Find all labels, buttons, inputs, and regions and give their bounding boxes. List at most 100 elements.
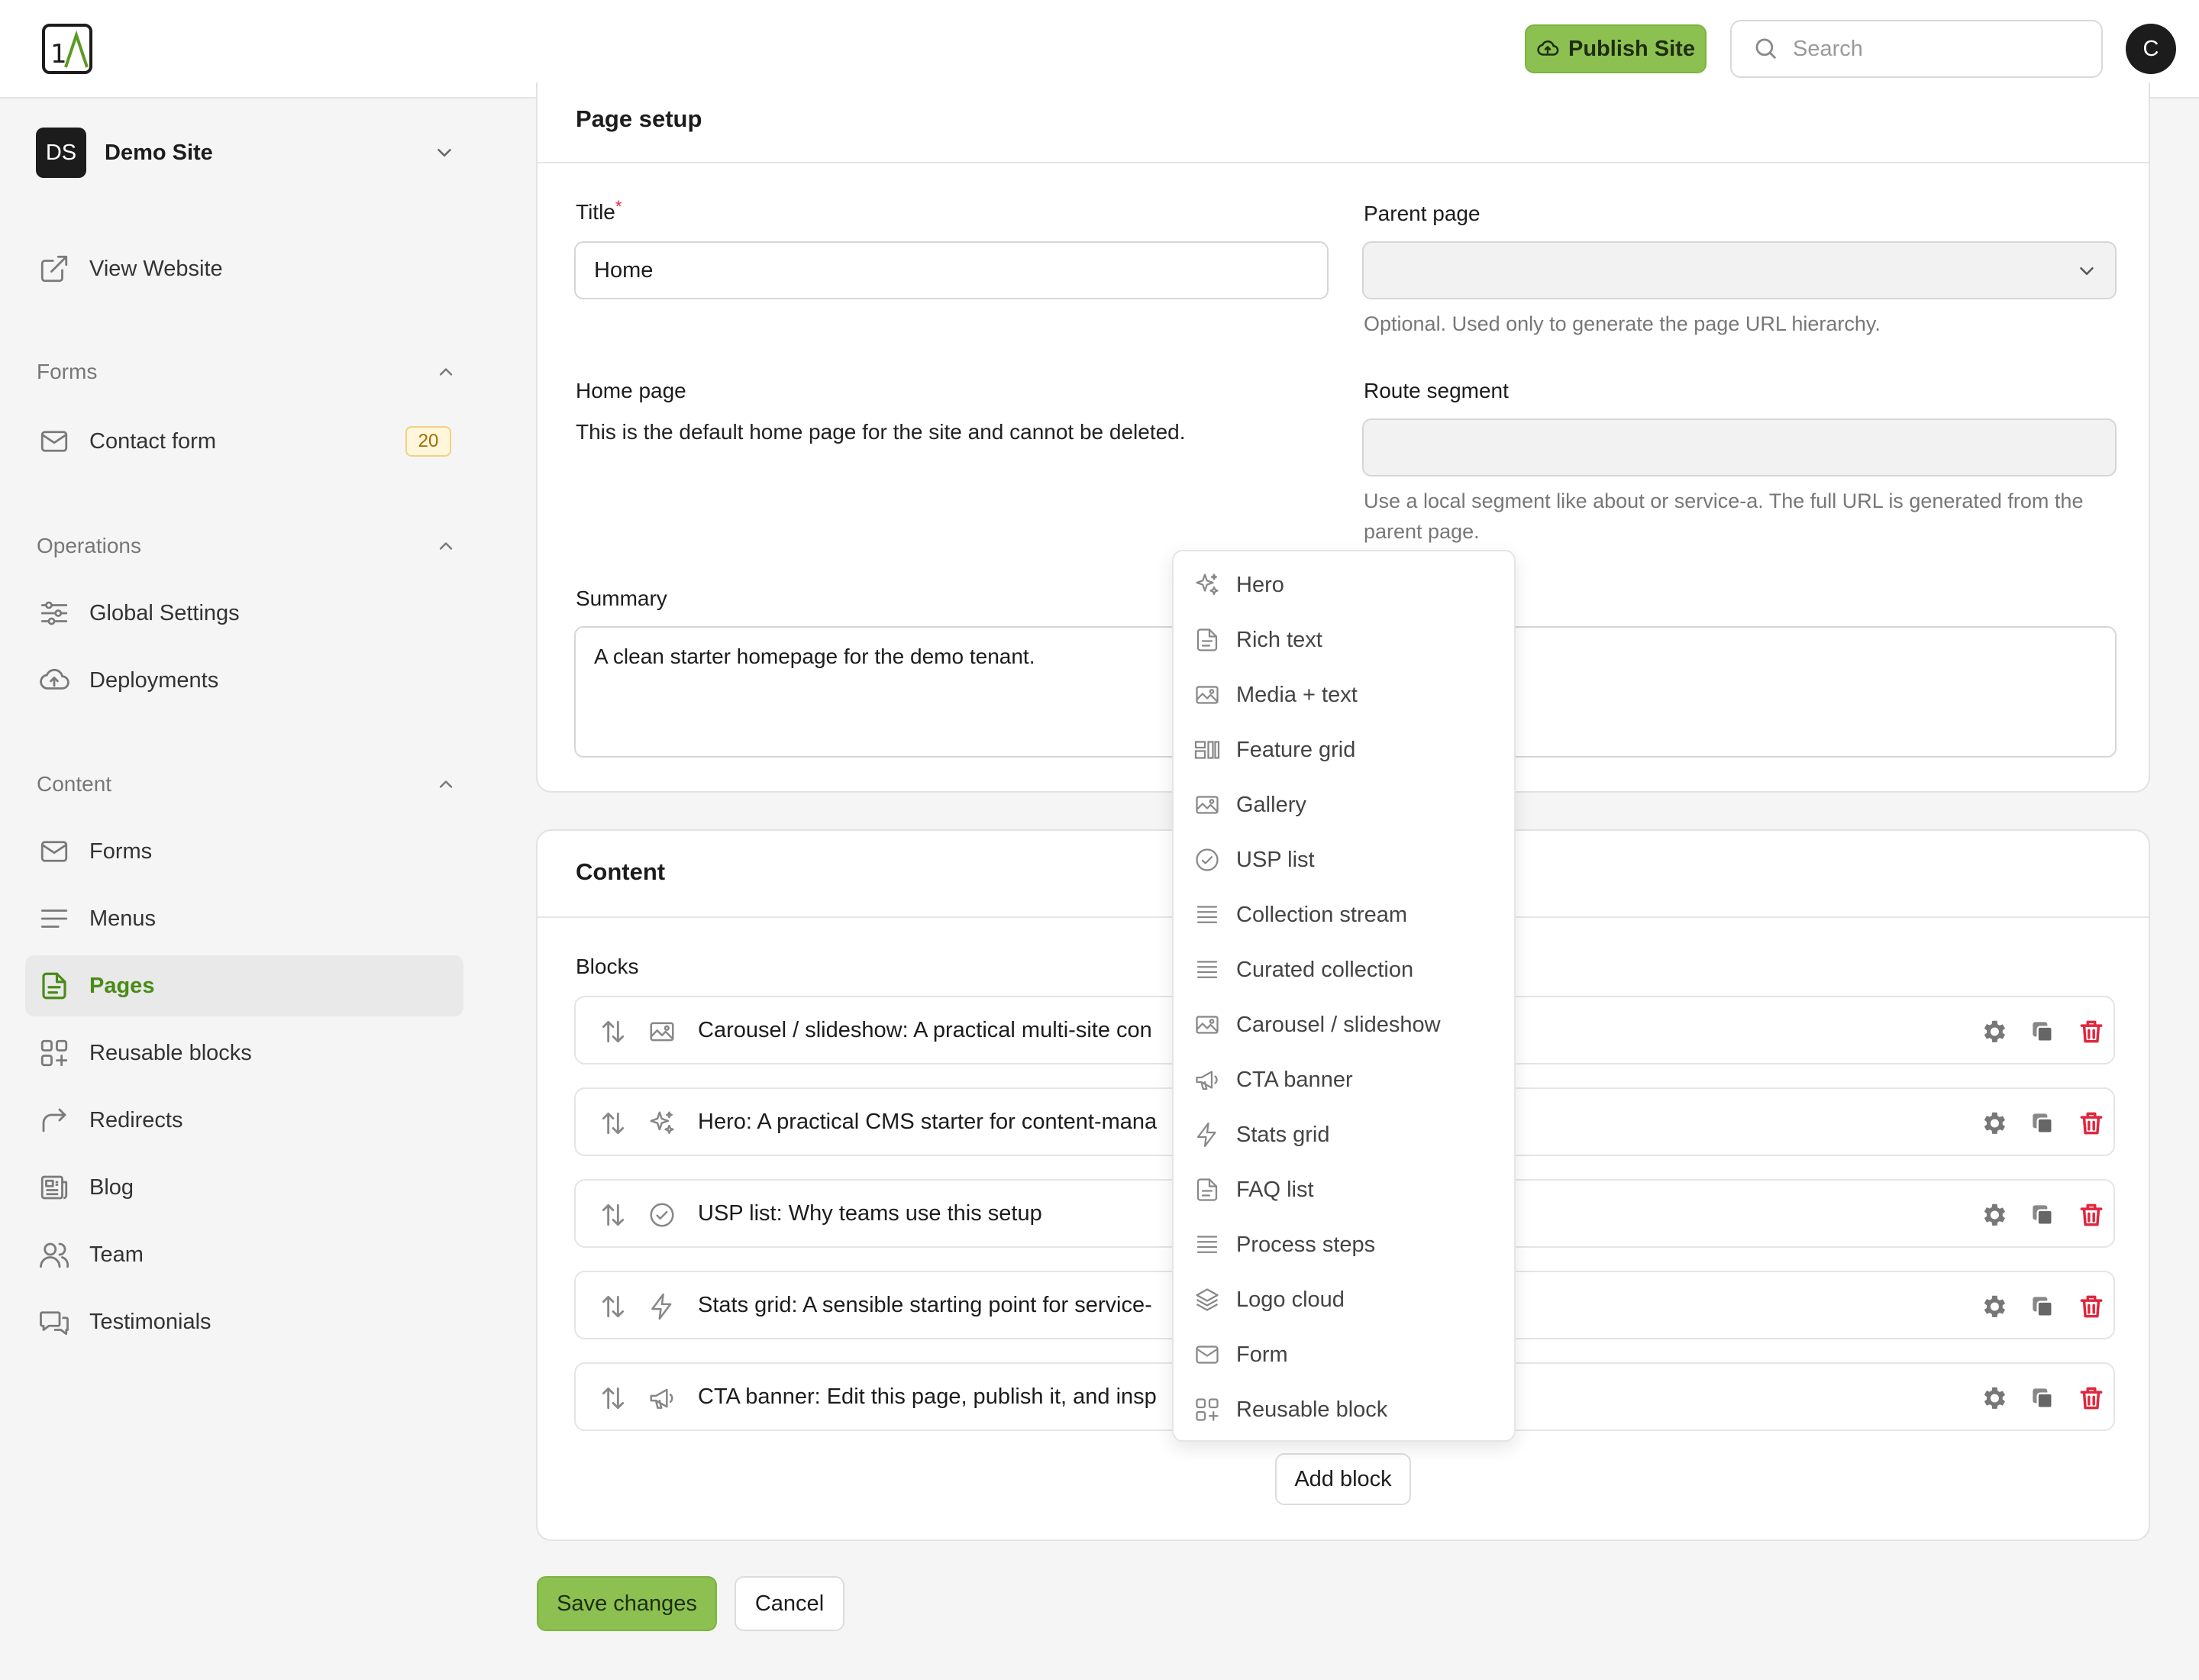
- menu-item-label: Stats grid: [1236, 1122, 1330, 1147]
- sidebar-item-redirects[interactable]: Redirects: [25, 1090, 463, 1151]
- menu-item-process-steps[interactable]: Process steps: [1181, 1220, 1510, 1269]
- menu-item-reusable-block[interactable]: Reusable block: [1181, 1385, 1510, 1434]
- sidebar-item-contact-form[interactable]: Contact form 20: [25, 411, 463, 472]
- cancel-button[interactable]: Cancel: [735, 1576, 844, 1631]
- menu-item-feature-grid[interactable]: Feature grid: [1181, 725, 1510, 774]
- sidebar: DS Demo Site View Website Forms Contact …: [0, 100, 489, 1680]
- trash-icon[interactable]: [2075, 1199, 2107, 1231]
- drag-handle-icon[interactable]: [599, 1384, 628, 1413]
- user-avatar[interactable]: C: [2126, 24, 2176, 74]
- newspaper-icon: [37, 1171, 71, 1204]
- menu-item-cta-banner[interactable]: CTA banner: [1181, 1055, 1510, 1104]
- gear-icon[interactable]: [1978, 1291, 2010, 1323]
- gear-icon[interactable]: [1978, 1016, 2010, 1048]
- menu-item-curated-collection[interactable]: Curated collection: [1181, 945, 1510, 994]
- chat-bubbles-icon: [37, 1305, 71, 1339]
- menu-item-label: Media + text: [1236, 682, 1358, 707]
- trash-icon[interactable]: [2075, 1382, 2107, 1414]
- menu-item-logo-cloud[interactable]: Logo cloud: [1181, 1275, 1510, 1324]
- gear-icon[interactable]: [1978, 1199, 2010, 1231]
- section-forms-toggle[interactable]: Forms: [37, 357, 457, 387]
- menu-item-gallery[interactable]: Gallery: [1181, 780, 1510, 829]
- trash-icon[interactable]: [2075, 1016, 2107, 1048]
- lightning-icon: [1192, 1119, 1222, 1150]
- parent-page-label: Parent page: [1364, 202, 1481, 225]
- menu-item-label: Hero: [1236, 572, 1284, 597]
- trash-icon[interactable]: [2075, 1291, 2107, 1323]
- sidebar-item-deployments[interactable]: Deployments: [25, 650, 463, 711]
- gear-icon[interactable]: [1978, 1107, 2010, 1139]
- search-box[interactable]: [1730, 20, 2103, 78]
- sidebar-item-label: Team: [89, 1242, 144, 1267]
- menu-item-label: Reusable block: [1236, 1397, 1388, 1422]
- home-page-text: This is the default home page for the si…: [576, 420, 1186, 444]
- sidebar-item-label: Forms: [89, 838, 153, 864]
- blocks-icon: [37, 1036, 71, 1070]
- menu-item-label: CTA banner: [1236, 1067, 1353, 1092]
- menu-item-faq-list[interactable]: FAQ list: [1181, 1165, 1510, 1214]
- menu-item-label: Collection stream: [1236, 902, 1408, 927]
- copy-icon[interactable]: [2026, 1199, 2059, 1231]
- sidebar-item-team[interactable]: Team: [25, 1224, 463, 1285]
- save-changes-button[interactable]: Save changes: [537, 1576, 717, 1631]
- route-segment-input[interactable]: [1362, 418, 2117, 477]
- sidebar-item-reusable-blocks[interactable]: Reusable blocks: [25, 1023, 463, 1084]
- sidebar-item-blog[interactable]: Blog: [25, 1157, 463, 1218]
- megaphone-icon: [647, 1384, 676, 1413]
- menu-item-label: Process steps: [1236, 1232, 1376, 1257]
- menu-item-rich-text[interactable]: Rich text: [1181, 615, 1510, 664]
- chevron-down-icon: [433, 141, 456, 164]
- drag-handle-icon[interactable]: [599, 1292, 628, 1321]
- search-icon: [1753, 36, 1779, 62]
- sidebar-item-label: Reusable blocks: [89, 1040, 252, 1065]
- drag-handle-icon[interactable]: [599, 1200, 628, 1229]
- title-input[interactable]: Home: [574, 241, 1329, 299]
- block-title: Carousel / slideshow: A practical multi-…: [698, 1018, 1152, 1042]
- menu-lines-icon: [37, 902, 71, 935]
- sidebar-item-global-settings[interactable]: Global Settings: [25, 583, 463, 644]
- menu-item-carousel-slideshow[interactable]: Carousel / slideshow: [1181, 1000, 1510, 1049]
- section-operations-toggle[interactable]: Operations: [37, 531, 457, 561]
- app-logo[interactable]: 1: [41, 23, 93, 75]
- required-mark: *: [615, 197, 622, 216]
- sidebar-item-forms[interactable]: Forms: [25, 821, 463, 882]
- block-title: Hero: A practical CMS starter for conten…: [698, 1110, 1158, 1134]
- copy-icon[interactable]: [2026, 1382, 2059, 1414]
- copy-icon[interactable]: [2026, 1016, 2059, 1048]
- copy-icon[interactable]: [2026, 1291, 2059, 1323]
- blocks-icon: [1192, 1394, 1222, 1425]
- menu-item-form[interactable]: Form: [1181, 1330, 1510, 1379]
- document-icon: [1192, 625, 1222, 655]
- sidebar-item-pages[interactable]: Pages: [25, 955, 463, 1016]
- parent-page-select[interactable]: [1362, 241, 2117, 299]
- publish-site-button[interactable]: Publish Site: [1525, 24, 1707, 73]
- list-lines-icon: [1192, 955, 1222, 985]
- image-icon: [1192, 680, 1222, 710]
- menu-item-usp-list[interactable]: USP list: [1181, 835, 1510, 884]
- site-switcher[interactable]: DS Demo Site: [36, 128, 456, 178]
- gear-icon[interactable]: [1978, 1382, 2010, 1414]
- sidebar-item-testimonials[interactable]: Testimonials: [25, 1291, 463, 1352]
- view-website-link[interactable]: View Website: [25, 238, 463, 299]
- sidebar-item-menus[interactable]: Menus: [25, 888, 463, 949]
- menu-item-collection-stream[interactable]: Collection stream: [1181, 890, 1510, 939]
- menu-item-stats-grid[interactable]: Stats grid: [1181, 1110, 1510, 1159]
- route-segment-help: Use a local segment like about or servic…: [1364, 489, 2084, 543]
- menu-item-label: Carousel / slideshow: [1236, 1012, 1441, 1037]
- mail-icon: [37, 425, 71, 458]
- menu-item-media-text[interactable]: Media + text: [1181, 670, 1510, 719]
- section-content-toggle[interactable]: Content: [37, 769, 457, 800]
- add-block-button[interactable]: Add block: [1275, 1453, 1411, 1505]
- search-input[interactable]: [1793, 36, 2083, 62]
- divider: [538, 162, 2149, 163]
- drag-handle-icon[interactable]: [599, 1017, 628, 1046]
- trash-icon[interactable]: [2075, 1107, 2107, 1139]
- section-content-title: Content: [37, 772, 112, 796]
- page-setup-title: Page setup: [576, 105, 702, 132]
- copy-icon[interactable]: [2026, 1107, 2059, 1139]
- image-icon: [1192, 790, 1222, 820]
- drag-handle-icon[interactable]: [599, 1109, 628, 1138]
- menu-item-hero[interactable]: Hero: [1181, 561, 1510, 609]
- sidebar-item-label: Redirects: [89, 1107, 183, 1132]
- check-circle-icon: [1192, 845, 1222, 875]
